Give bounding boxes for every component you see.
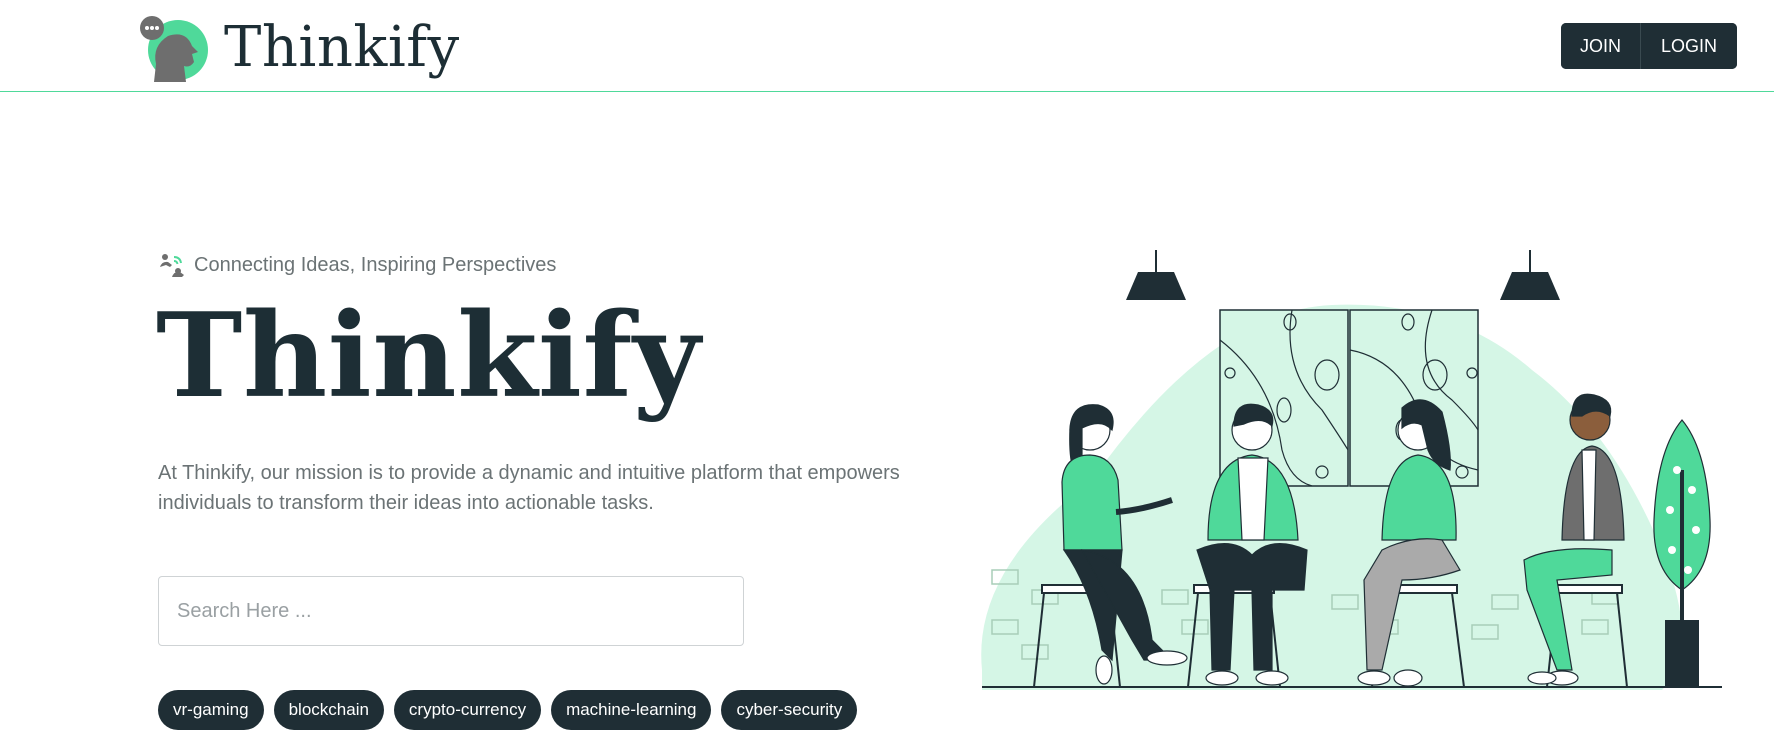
auth-buttons: JOIN LOGIN: [1561, 23, 1737, 69]
tag-machine-learning[interactable]: machine-learning: [551, 690, 712, 730]
mission-text: At Thinkify, our mission is to provide a…: [158, 462, 900, 514]
tag-crypto-currency[interactable]: crypto-currency: [393, 690, 542, 730]
brand-name: Thinkify: [224, 15, 460, 80]
tagline: Connecting Ideas, Inspiring Perspectives: [158, 248, 958, 282]
tag-list: vr-gaming blockchain crypto-currency mac…: [158, 690, 958, 730]
search-input[interactable]: [158, 576, 744, 646]
join-button[interactable]: JOIN: [1561, 23, 1641, 69]
hero-content: Connecting Ideas, Inspiring Perspectives…: [156, 248, 958, 730]
tag-vr-gaming[interactable]: vr-gaming: [158, 690, 264, 730]
connect-people-icon: [160, 254, 184, 277]
login-button[interactable]: LOGIN: [1641, 23, 1737, 69]
tag-blockchain[interactable]: blockchain: [273, 690, 384, 730]
hero-title: Thinkify: [156, 288, 701, 424]
people-discussion-illustration: [981, 250, 1722, 690]
tagline-text: Connecting Ideas, Inspiring Perspectives: [194, 253, 557, 276]
tag-cyber-security[interactable]: cyber-security: [721, 690, 858, 730]
speech-bubble-head-icon: [140, 16, 208, 82]
brand[interactable]: Thinkify: [138, 10, 460, 86]
navbar: Thinkify JOIN LOGIN: [0, 0, 1774, 92]
